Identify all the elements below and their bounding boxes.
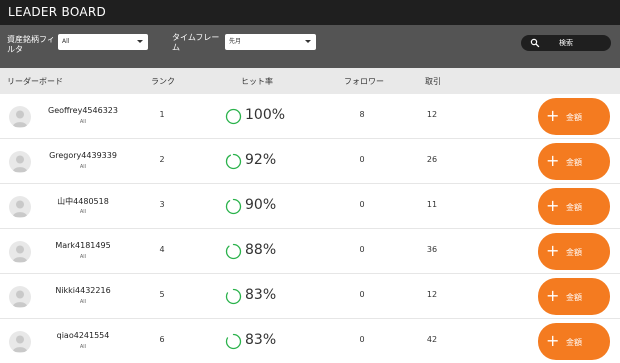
amount-button[interactable]: + 金額 <box>538 98 610 135</box>
user-asset: All <box>79 254 87 260</box>
user-avatar-icon[interactable] <box>9 286 31 308</box>
trades-value: 11 <box>426 200 438 209</box>
amount-button[interactable]: + 金額 <box>538 323 610 360</box>
hit-rate-value: 88% <box>245 242 277 258</box>
hit-rate-value: 100% <box>245 107 286 123</box>
timeframe-label: タイムフレーム <box>172 33 220 52</box>
plus-icon: + <box>546 196 560 215</box>
amount-button-label: 金額 <box>566 113 582 122</box>
table-row[interactable]: Nikki4432216 All 5 83% 0 12 + 金額 <box>0 274 620 319</box>
hit-rate-value: 90% <box>245 197 277 213</box>
column-header-rank: ランク <box>151 77 175 86</box>
amount-button-label: 金額 <box>566 338 582 347</box>
trades-value: 42 <box>426 335 438 344</box>
followers-value: 0 <box>359 155 365 164</box>
followers-value: 8 <box>359 110 365 119</box>
amount-button[interactable]: + 金額 <box>538 233 610 270</box>
page-title: LEADER BOARD <box>8 5 107 19</box>
user-asset: All <box>79 299 87 305</box>
user-name[interactable]: Gregory4439339 <box>45 151 121 160</box>
chevron-down-icon <box>305 40 311 43</box>
asset-filter-value: All <box>62 38 70 45</box>
amount-button[interactable]: + 金額 <box>538 143 610 180</box>
plus-icon: + <box>546 331 560 350</box>
asset-filter-select[interactable]: All <box>58 34 148 50</box>
table-row[interactable]: Geoffrey4546323 All 1 100% 8 12 + 金額 <box>0 94 620 139</box>
user-asset: All <box>79 119 87 125</box>
followers-value: 0 <box>359 335 365 344</box>
filter-bar: 資産銘柄フィルタ All タイムフレーム 先月 検索 <box>0 25 620 68</box>
rank-value: 1 <box>159 110 165 119</box>
plus-icon: + <box>546 106 560 125</box>
trades-value: 12 <box>426 110 438 119</box>
hit-rate-value: 92% <box>245 152 277 168</box>
user-name[interactable]: Mark4181495 <box>45 241 121 250</box>
hit-rate-value: 83% <box>245 287 277 303</box>
top-bar: LEADER BOARD <box>0 0 620 25</box>
user-avatar-icon[interactable] <box>9 106 31 128</box>
hit-rate-ring-icon <box>225 243 242 260</box>
rank-value: 3 <box>159 200 165 209</box>
user-avatar-icon[interactable] <box>9 196 31 218</box>
search-label: 検索 <box>559 39 573 47</box>
user-name[interactable]: Geoffrey4546323 <box>45 106 121 115</box>
search-button[interactable]: 検索 <box>521 35 611 51</box>
hit-rate-ring-icon <box>225 198 242 215</box>
plus-icon: + <box>546 286 560 305</box>
user-avatar-icon[interactable] <box>9 241 31 263</box>
hit-rate-ring-icon <box>225 108 242 125</box>
table-row[interactable]: Mark4181495 All 4 88% 0 36 + 金額 <box>0 229 620 274</box>
asset-filter-label: 資産銘柄フィルタ <box>7 35 55 54</box>
rank-value: 5 <box>159 290 165 299</box>
column-header-hit-rate: ヒット率 <box>241 77 273 86</box>
hit-rate-ring-icon <box>225 153 242 170</box>
table-row[interactable]: 山中4480518 All 3 90% 0 11 + 金額 <box>0 184 620 229</box>
amount-button-label: 金額 <box>566 293 582 302</box>
followers-value: 0 <box>359 200 365 209</box>
rank-value: 6 <box>159 335 165 344</box>
chevron-down-icon <box>137 40 143 43</box>
hit-rate-ring-icon <box>225 288 242 305</box>
rank-value: 2 <box>159 155 165 164</box>
amount-button-label: 金額 <box>566 248 582 257</box>
followers-value: 0 <box>359 245 365 254</box>
user-avatar-icon[interactable] <box>9 331 31 353</box>
table-row[interactable]: Gregory4439339 All 2 92% 0 26 + 金額 <box>0 139 620 184</box>
column-header-board: リーダーボード <box>7 77 63 86</box>
trades-value: 26 <box>426 155 438 164</box>
search-icon <box>530 38 540 48</box>
trades-value: 12 <box>426 290 438 299</box>
user-name[interactable]: qiao4241554 <box>45 331 121 340</box>
rank-value: 4 <box>159 245 165 254</box>
user-asset: All <box>79 164 87 170</box>
table-header: リーダーボード ランク ヒット率 フォロワー 取引 <box>0 68 620 94</box>
timeframe-select[interactable]: 先月 <box>225 34 316 50</box>
user-asset: All <box>79 344 87 350</box>
table-row[interactable]: qiao4241554 All 6 83% 0 42 + 金額 <box>0 319 620 363</box>
user-name[interactable]: Nikki4432216 <box>45 286 121 295</box>
user-avatar-icon[interactable] <box>9 151 31 173</box>
user-name[interactable]: 山中4480518 <box>45 196 121 207</box>
timeframe-value: 先月 <box>229 38 242 45</box>
column-header-followers: フォロワー <box>344 77 384 86</box>
plus-icon: + <box>546 241 560 260</box>
followers-value: 0 <box>359 290 365 299</box>
column-header-trades: 取引 <box>425 77 441 86</box>
user-asset: All <box>79 209 87 215</box>
hit-rate-value: 83% <box>245 332 277 348</box>
amount-button-label: 金額 <box>566 203 582 212</box>
hit-rate-ring-icon <box>225 333 242 350</box>
plus-icon: + <box>546 151 560 170</box>
amount-button[interactable]: + 金額 <box>538 188 610 225</box>
amount-button-label: 金額 <box>566 158 582 167</box>
amount-button[interactable]: + 金額 <box>538 278 610 315</box>
trades-value: 36 <box>426 245 438 254</box>
